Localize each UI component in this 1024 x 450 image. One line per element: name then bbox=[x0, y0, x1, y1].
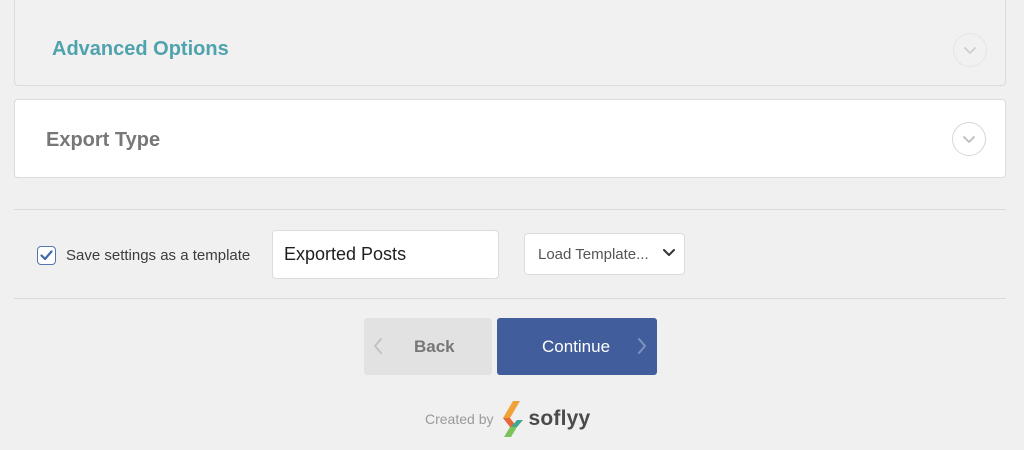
template-name-input[interactable] bbox=[272, 230, 499, 279]
export-type-toggle[interactable] bbox=[952, 122, 986, 156]
export-type-panel[interactable]: Export Type bbox=[14, 99, 1006, 178]
soflyy-logo-icon bbox=[503, 401, 524, 437]
section-divider bbox=[14, 209, 1006, 210]
load-template-select[interactable]: Load Template... bbox=[524, 233, 685, 275]
checkmark-icon bbox=[40, 250, 53, 261]
save-template-label[interactable]: Save settings as a template bbox=[66, 247, 250, 264]
save-template-checkbox[interactable] bbox=[37, 246, 56, 265]
created-by-text: Created by bbox=[425, 411, 494, 427]
created-by-credit: Created by soflyy bbox=[425, 400, 590, 438]
back-button[interactable]: Back bbox=[364, 318, 492, 375]
advanced-options-panel[interactable]: Advanced Options bbox=[14, 0, 1006, 86]
export-type-title[interactable]: Export Type bbox=[46, 129, 160, 152]
chevron-down-icon bbox=[663, 249, 675, 256]
chevron-down-icon bbox=[964, 46, 976, 54]
chevron-down-icon bbox=[963, 135, 975, 143]
back-button-label: Back bbox=[414, 337, 455, 356]
advanced-options-toggle[interactable] bbox=[953, 33, 987, 67]
nav-divider bbox=[14, 298, 1006, 299]
chevron-left-icon bbox=[374, 338, 382, 354]
advanced-options-title[interactable]: Advanced Options bbox=[52, 38, 229, 61]
chevron-right-icon bbox=[638, 338, 646, 354]
continue-button-label: Continue bbox=[542, 337, 611, 356]
load-template-selected: Load Template... bbox=[538, 245, 649, 263]
continue-button[interactable]: Continue bbox=[497, 318, 657, 375]
soflyy-brand: soflyy bbox=[528, 407, 591, 430]
